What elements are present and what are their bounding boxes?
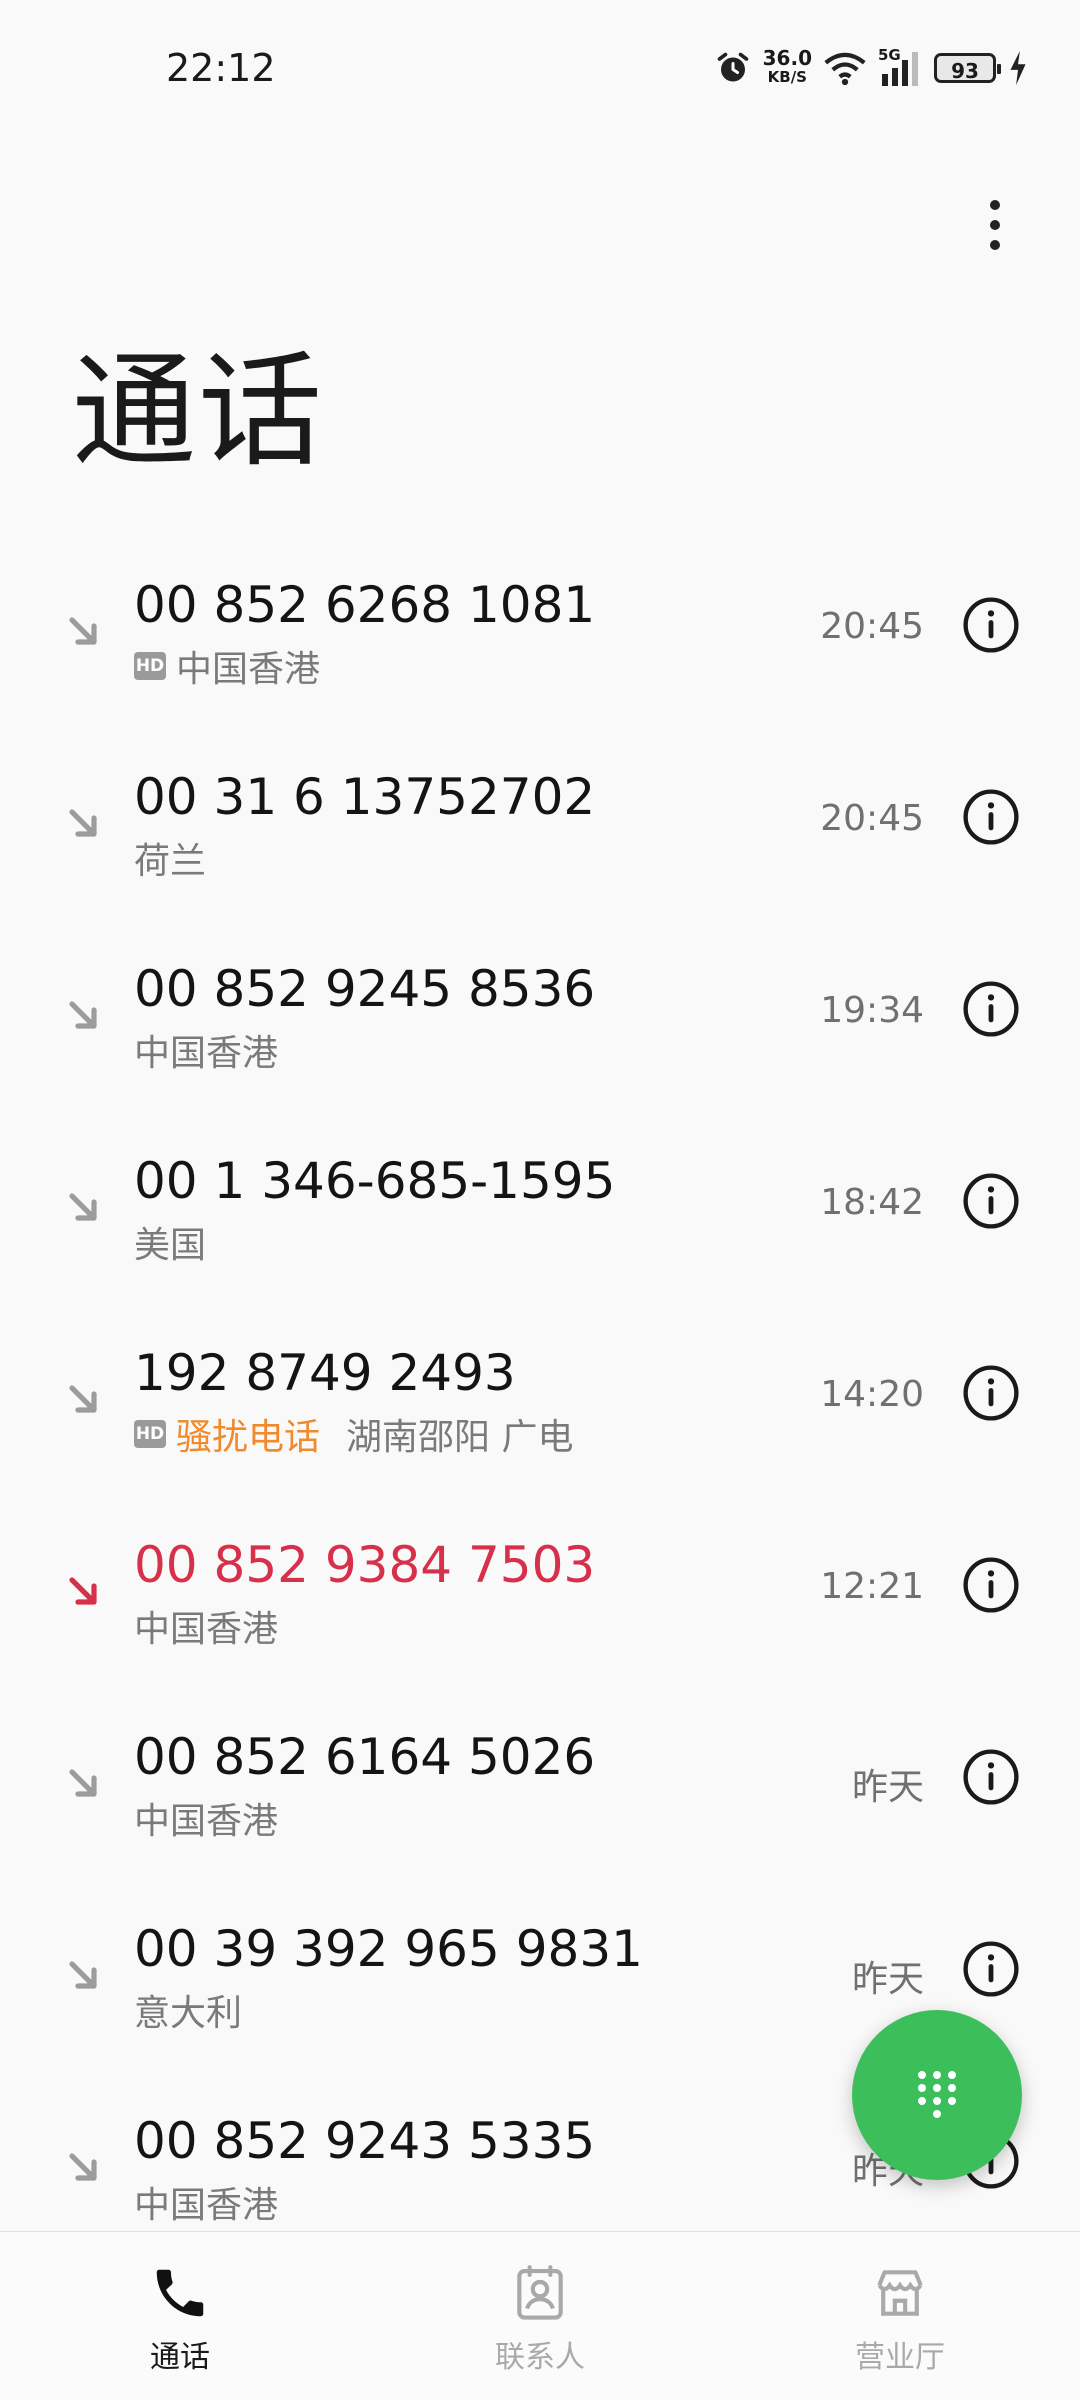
network-speed-value: 36.0 bbox=[762, 46, 812, 70]
hd-badge: HD bbox=[134, 1420, 166, 1448]
call-number: 00 852 9245 8536 bbox=[134, 960, 596, 1018]
dialpad-icon bbox=[918, 2071, 956, 2118]
more-options-button[interactable] bbox=[950, 180, 1040, 270]
status-icons: 36.0 KB/S 5G 93 bbox=[715, 44, 1028, 92]
call-location: 意大利 bbox=[134, 1993, 243, 2034]
incoming-call-arrow-icon bbox=[69, 617, 97, 645]
call-details: 荷兰 bbox=[134, 832, 206, 884]
call-number: 00 852 9243 5335 bbox=[134, 2112, 596, 2170]
incoming-call-arrow-icon bbox=[69, 1001, 97, 1029]
call-details: 中国香港 bbox=[134, 1792, 278, 1844]
call-number: 00 39 392 965 9831 bbox=[134, 1920, 643, 1978]
info-icon[interactable] bbox=[962, 788, 1020, 846]
info-icon[interactable] bbox=[962, 596, 1020, 654]
call-details: 中国香港 bbox=[134, 2176, 278, 2228]
call-number: 00 852 6164 5026 bbox=[134, 1728, 596, 1786]
contacts-icon bbox=[517, 2265, 563, 2320]
call-log-row[interactable]: 00 852 6164 5026 中国香港 昨天 bbox=[0, 1688, 1080, 1880]
store-icon bbox=[877, 2270, 923, 2316]
charging-icon bbox=[1010, 51, 1026, 85]
call-details: 中国香港 bbox=[134, 1600, 278, 1652]
call-time: 20:45 bbox=[820, 606, 924, 647]
info-icon[interactable] bbox=[962, 1364, 1020, 1422]
call-details: HD 中国香港 bbox=[134, 640, 320, 692]
bottom-navigation: 通话 联系人 营业厅 bbox=[0, 2231, 1080, 2400]
network-speed: 36.0 KB/S bbox=[762, 46, 812, 87]
alarm-icon bbox=[717, 52, 748, 82]
call-log-row[interactable]: 00 852 9245 8536 中国香港 19:34 bbox=[0, 920, 1080, 1112]
spam-label: 骚扰电话 bbox=[176, 1417, 321, 1458]
call-time: 昨天 bbox=[851, 1767, 924, 1808]
call-location: 中国香港 bbox=[134, 1801, 279, 1842]
incoming-call-arrow-icon bbox=[69, 1193, 97, 1221]
status-bar: 22:12 36.0 KB/S 5G 93 bbox=[0, 0, 1080, 130]
incoming-call-arrow-icon bbox=[69, 1769, 97, 1797]
call-log-row[interactable]: 00 31 6 13752702 荷兰 20:45 bbox=[0, 728, 1080, 920]
incoming-call-arrow-icon bbox=[69, 809, 97, 837]
signal-bars-icon bbox=[882, 52, 918, 86]
call-location: 中国香港 bbox=[176, 649, 321, 690]
incoming-call-arrow-icon bbox=[69, 1961, 97, 1989]
call-details: HD 骚扰电话 湖南邵阳 广电 bbox=[134, 1408, 573, 1460]
info-icon[interactable] bbox=[962, 1172, 1020, 1230]
call-location: 湖南邵阳 广电 bbox=[346, 1417, 574, 1458]
call-location: 中国香港 bbox=[134, 1609, 279, 1650]
nav-tab-calls[interactable]: 通话 bbox=[0, 2232, 360, 2400]
call-number: 00 1 346-685-1595 bbox=[134, 1152, 616, 1210]
more-dot bbox=[990, 220, 1000, 230]
nav-label-contacts: 联系人 bbox=[495, 2340, 585, 2375]
call-time: 19:34 bbox=[820, 990, 924, 1031]
call-number: 192 8749 2493 bbox=[134, 1344, 516, 1402]
call-log-row[interactable]: 192 8749 2493 HD 骚扰电话 湖南邵阳 广电 14:20 bbox=[0, 1304, 1080, 1496]
call-location: 美国 bbox=[134, 1225, 207, 1266]
dialpad-button[interactable] bbox=[852, 2010, 1022, 2180]
call-number: 00 852 6268 1081 bbox=[134, 576, 596, 634]
hd-badge: HD bbox=[134, 652, 166, 680]
call-number: 00 31 6 13752702 bbox=[134, 768, 596, 826]
call-details: 意大利 bbox=[134, 1984, 242, 2036]
page-title: 通话 bbox=[72, 340, 325, 484]
more-dot bbox=[990, 200, 1000, 210]
cellular-signal: 5G bbox=[878, 46, 922, 86]
incoming-call-arrow-icon bbox=[69, 2153, 97, 2181]
call-log-row[interactable]: 00 852 9384 7503 中国香港 12:21 bbox=[0, 1496, 1080, 1688]
info-icon[interactable] bbox=[962, 1940, 1020, 1998]
call-details: 美国 bbox=[134, 1216, 206, 1268]
call-time: 18:42 bbox=[820, 1182, 924, 1223]
more-dot bbox=[990, 240, 1000, 250]
info-icon[interactable] bbox=[962, 1556, 1020, 1614]
call-location: 中国香港 bbox=[134, 2185, 279, 2226]
call-log-list[interactable]: 00 852 6268 1081 HD 中国香港 20:45 00 31 6 1… bbox=[0, 536, 1080, 2264]
call-details: 中国香港 bbox=[134, 1024, 278, 1076]
info-icon[interactable] bbox=[962, 980, 1020, 1038]
call-time: 昨天 bbox=[851, 1959, 924, 2000]
call-number: 00 852 9384 7503 bbox=[134, 1536, 596, 1594]
call-time: 12:21 bbox=[820, 1566, 924, 1607]
call-log-row[interactable]: 00 1 346-685-1595 美国 18:42 bbox=[0, 1112, 1080, 1304]
wifi-icon bbox=[824, 52, 866, 86]
nav-label-calls: 通话 bbox=[150, 2340, 210, 2375]
info-icon[interactable] bbox=[962, 1748, 1020, 1806]
call-time: 14:20 bbox=[820, 1374, 924, 1415]
nav-label-store: 营业厅 bbox=[855, 2340, 945, 2375]
nav-tab-store[interactable]: 营业厅 bbox=[720, 2232, 1080, 2400]
status-time: 22:12 bbox=[166, 46, 276, 90]
phone-icon bbox=[156, 2269, 204, 2317]
missed-call-arrow-icon bbox=[69, 1577, 97, 1605]
incoming-call-arrow-icon bbox=[69, 1385, 97, 1413]
call-location: 中国香港 bbox=[134, 1033, 279, 1074]
network-speed-unit: KB/S bbox=[767, 68, 807, 86]
nav-tab-contacts[interactable]: 联系人 bbox=[360, 2232, 720, 2400]
call-time: 20:45 bbox=[820, 798, 924, 839]
call-location: 荷兰 bbox=[134, 841, 207, 882]
call-log-row[interactable]: 00 852 6268 1081 HD 中国香港 20:45 bbox=[0, 536, 1080, 728]
battery-indicator: 93 bbox=[934, 53, 1001, 83]
